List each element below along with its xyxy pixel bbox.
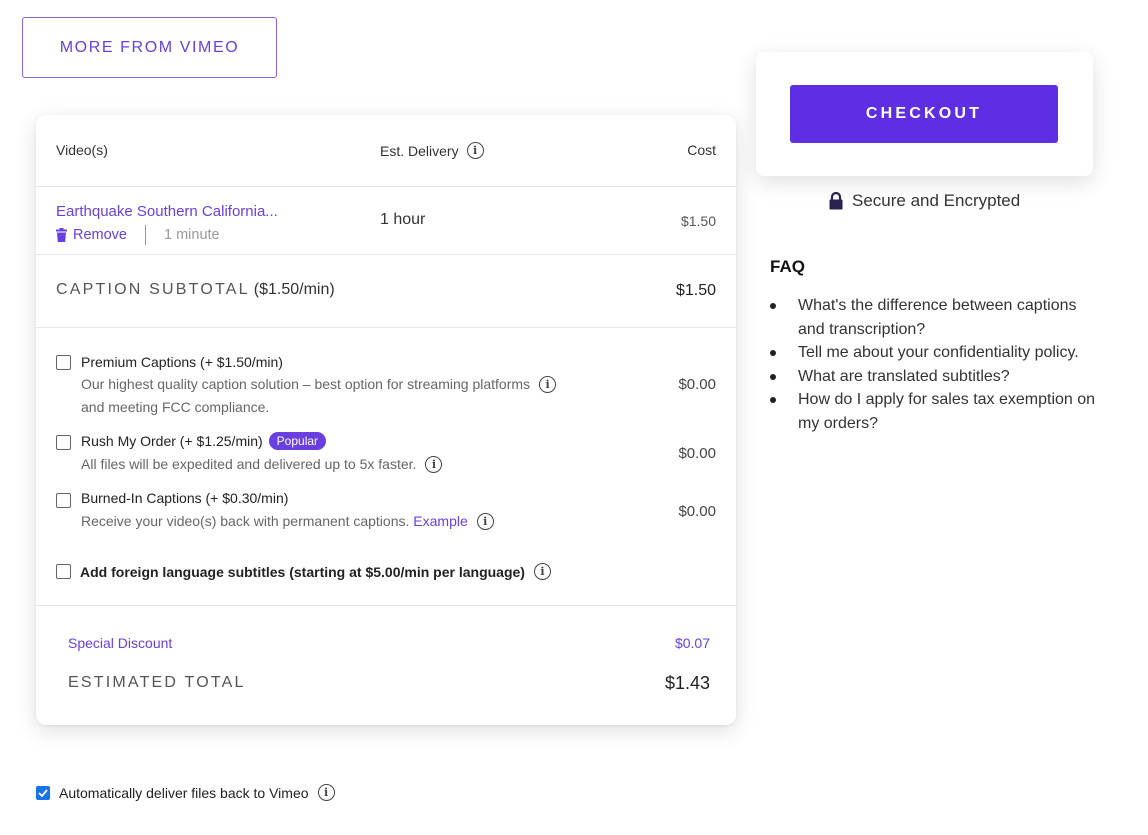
subtotal-label: CAPTION SUBTOTAL ($1.50/min)	[56, 281, 335, 299]
check-icon	[38, 788, 48, 797]
premium-captions-checkbox[interactable]	[56, 355, 71, 370]
foreign-subtitles-label: Add foreign language subtitles (starting…	[80, 563, 525, 580]
estimated-total-amount: $1.43	[664, 673, 710, 693]
option-name: Premium Captions (+ $1.50/min)	[81, 354, 283, 370]
option-name-row: Rush My Order (+ $1.25/min) Popular	[81, 432, 327, 450]
foreign-subtitles-checkbox[interactable]	[56, 564, 71, 579]
caption-subtotal-row: CAPTION SUBTOTAL ($1.50/min) $1.50	[36, 255, 736, 327]
option-name: Burned-In Captions (+ $0.30/min)	[81, 490, 289, 506]
secure-notice: Secure and Encrypted	[828, 191, 1020, 211]
video-duration: 1 minute	[164, 227, 220, 243]
faq-title: FAQ	[770, 257, 805, 276]
remove-button[interactable]: Remove	[56, 227, 127, 243]
option-description: All files will be expedited and delivere…	[81, 453, 443, 476]
delivery-time: 1 hour	[380, 211, 426, 228]
checkout-button[interactable]: CHECKOUT	[790, 85, 1058, 143]
header-cost: Cost	[687, 142, 716, 158]
faq-item[interactable]: How do I apply for sales tax exemption o…	[770, 388, 1100, 435]
divider	[36, 605, 736, 606]
remove-label: Remove	[73, 227, 127, 243]
option-desc-line: Our highest quality caption solution – b…	[81, 376, 531, 392]
option-price: $0.00	[678, 376, 716, 393]
special-discount-label: Special Discount	[68, 635, 173, 651]
option-burned-in-captions: Burned-In Captions (+ $0.30/min) Receive…	[56, 489, 716, 539]
secure-text: Secure and Encrypted	[852, 191, 1021, 210]
auto-deliver-checkbox[interactable]	[36, 785, 50, 800]
info-icon[interactable]: i	[317, 784, 335, 801]
faq-item[interactable]: What are translated subtitles?	[770, 365, 1100, 389]
subtotal-amount: $1.50	[675, 282, 716, 299]
video-cost: $1.50	[680, 213, 716, 229]
option-premium-captions: Premium Captions (+ $1.50/min) Our highe…	[56, 351, 716, 421]
option-description: Receive your video(s) back with permanen…	[81, 510, 494, 533]
info-icon[interactable]: i	[476, 513, 494, 530]
info-icon[interactable]: i	[466, 142, 484, 159]
faq-item[interactable]: What's the difference between captions a…	[770, 294, 1100, 341]
checkout-card: CHECKOUT	[756, 52, 1093, 176]
option-price: $0.00	[678, 503, 716, 520]
example-link[interactable]: Example	[413, 513, 467, 529]
table-header: Video(s) Est. Delivery i Cost	[36, 115, 736, 186]
option-desc-line: Receive your video(s) back with permanen…	[81, 513, 410, 529]
option-desc-line: All files will be expedited and delivere…	[81, 456, 417, 472]
lock-icon	[829, 192, 843, 210]
estimated-total-label: ESTIMATED TOTAL	[68, 674, 246, 691]
option-desc-line: and meeting FCC compliance.	[81, 399, 270, 415]
subtotal-caption-label: CAPTION SUBTOTAL	[56, 281, 250, 298]
order-summary-card: Video(s) Est. Delivery i Cost Earthquake…	[36, 115, 736, 725]
popular-badge: Popular	[268, 432, 327, 450]
auto-deliver-option: Automatically deliver files back to Vime…	[36, 784, 335, 801]
info-icon[interactable]: i	[539, 376, 557, 393]
video-meta: Remove 1 minute	[56, 225, 220, 245]
info-icon[interactable]: i	[533, 563, 551, 580]
header-delivery: Est. Delivery i	[380, 142, 484, 159]
more-from-vimeo-button[interactable]: MORE FROM VIMEO	[22, 17, 277, 78]
separator	[145, 225, 146, 245]
trash-icon	[56, 228, 67, 242]
subtotal-rate: ($1.50/min)	[253, 281, 335, 298]
video-title-link[interactable]: Earthquake Southern California...	[56, 203, 278, 220]
burned-in-captions-checkbox[interactable]	[56, 493, 71, 508]
rush-order-checkbox[interactable]	[56, 435, 71, 450]
option-desc-text: Receive your video(s) back with permanen…	[81, 510, 468, 533]
info-icon[interactable]: i	[425, 456, 443, 473]
option-description: Our highest quality caption solution – b…	[81, 373, 557, 419]
faq-list: What's the difference between captions a…	[770, 294, 1100, 435]
special-discount-amount: $0.07	[674, 635, 710, 651]
option-rush-order: Rush My Order (+ $1.25/min) Popular All …	[56, 431, 716, 481]
auto-deliver-label: Automatically deliver files back to Vime…	[59, 784, 309, 801]
faq-item[interactable]: Tell me about your confidentiality polic…	[770, 341, 1100, 365]
header-delivery-label: Est. Delivery	[380, 142, 459, 159]
option-name: Rush My Order (+ $1.25/min)	[81, 433, 263, 449]
foreign-subtitles-option: Add foreign language subtitles (starting…	[56, 563, 551, 580]
header-videos: Video(s)	[56, 142, 108, 158]
table-row: Earthquake Southern California... Remove…	[36, 187, 736, 254]
divider	[36, 327, 736, 328]
option-price: $0.00	[678, 445, 716, 462]
